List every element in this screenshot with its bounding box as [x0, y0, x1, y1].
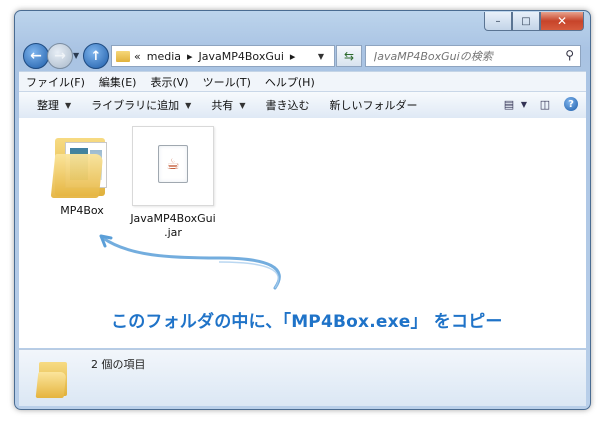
back-button[interactable]: ← [23, 43, 49, 69]
new-folder-button[interactable]: 新しいフォルダー [319, 97, 427, 113]
up-arrow-icon: ↑ [90, 48, 102, 64]
address-dropdown-icon[interactable]: ▼ [318, 52, 324, 61]
folder-icon [35, 360, 71, 398]
menu-bar: ファイル(F) 編集(E) 表示(V) ツール(T) ヘルプ(H) [19, 71, 586, 91]
close-button[interactable]: ✕ [540, 12, 584, 31]
maximize-button[interactable]: □ [512, 12, 540, 31]
burn-label: 書き込む [265, 99, 310, 112]
explorer-window: – □ ✕ ← → ▼ ↑ « media ▸ JavaMP4BoxGui ▸ … [14, 10, 591, 410]
back-arrow-icon: ← [30, 48, 42, 64]
navigation-bar: ← → ▼ ↑ « media ▸ JavaMP4BoxGui ▸ ▼ ⇆ ⚲ [15, 41, 590, 69]
menu-tools[interactable]: ツール(T) [196, 74, 258, 90]
forward-arrow-icon: → [54, 48, 66, 64]
search-box: ⚲ [365, 45, 581, 67]
refresh-button[interactable]: ⇆ [336, 45, 362, 67]
organize-button[interactable]: 整理 ▼ [19, 97, 81, 113]
up-folder-button[interactable]: ↑ [83, 43, 109, 69]
preview-pane-icon[interactable]: ◫ [536, 96, 554, 112]
new-folder-label: 新しいフォルダー [329, 99, 418, 112]
recent-pages-dropdown-icon[interactable]: ▼ [73, 51, 79, 60]
change-view-icon[interactable]: ▤ [500, 96, 518, 112]
menu-help[interactable]: ヘルプ(H) [258, 74, 322, 90]
folder-icon [116, 50, 130, 62]
search-icon[interactable]: ⚲ [565, 48, 574, 62]
address-bar[interactable]: « media ▸ JavaMP4BoxGui ▸ ▼ [111, 45, 335, 67]
search-input[interactable] [372, 48, 556, 64]
refresh-icon: ⇆ [343, 49, 355, 63]
burn-button[interactable]: 書き込む [255, 97, 319, 113]
view-options-dropdown-icon[interactable]: ▼ [520, 96, 528, 112]
details-pane: 2 個の項目 [19, 349, 586, 406]
share-button[interactable]: 共有 ▼ [201, 97, 255, 113]
menu-file[interactable]: ファイル(F) [19, 74, 92, 90]
address-segment-javamp4boxgui[interactable]: JavaMP4BoxGui [199, 50, 284, 63]
chevron-down-icon: ▼ [185, 100, 192, 110]
add-to-library-label: ライブラリに追加 [91, 99, 180, 112]
item-count: 2 個の項目 [91, 358, 146, 371]
forward-button[interactable]: → [47, 43, 73, 69]
title-bar: – □ ✕ [15, 11, 590, 39]
organize-label: 整理 [37, 99, 59, 112]
address-separator[interactable]: ▸ [290, 50, 296, 63]
menu-edit[interactable]: 編集(E) [92, 74, 144, 90]
address-overflow[interactable]: « [134, 50, 141, 63]
file-list: MP4Box ☕ JavaMP4BoxGui .jar このフォルダの中に、「M… [19, 118, 586, 348]
command-bar: 整理 ▼ ライブラリに追加 ▼ 共有 ▼ 書き込む 新しいフォルダー ▤ ▼ ◫ ? [19, 91, 586, 119]
minimize-button[interactable]: – [484, 12, 512, 31]
annotation-caption: このフォルダの中に、「MP4Box.exe」 をコピー [111, 312, 503, 332]
address-separator[interactable]: ▸ [187, 50, 193, 63]
window-controls: – □ ✕ [484, 12, 584, 31]
share-label: 共有 [211, 99, 234, 112]
address-segment-media[interactable]: media [147, 50, 181, 63]
chevron-down-icon: ▼ [239, 100, 246, 110]
chevron-down-icon: ▼ [65, 100, 72, 110]
add-to-library-button[interactable]: ライブラリに追加 ▼ [81, 97, 201, 113]
menu-view[interactable]: 表示(V) [143, 74, 195, 90]
help-icon[interactable]: ? [564, 97, 578, 111]
view-controls: ▤ ▼ ◫ ? [492, 96, 578, 112]
